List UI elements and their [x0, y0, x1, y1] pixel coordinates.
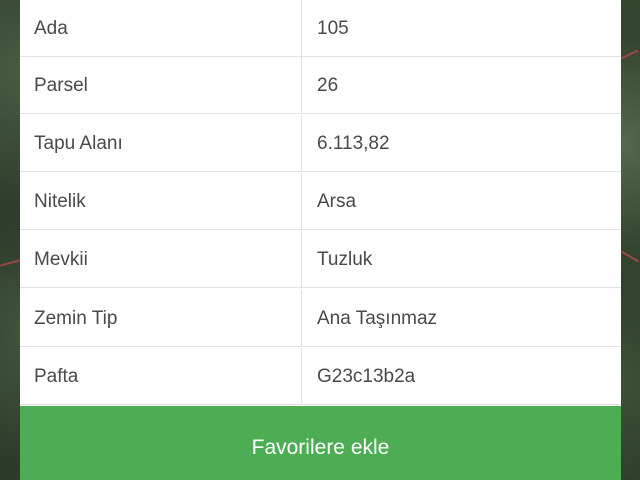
column-divider — [301, 0, 302, 56]
row-value: 26 — [317, 75, 339, 96]
row-label: Tapu Alanı — [34, 133, 123, 154]
add-to-favorites-button[interactable]: Favorilere ekle — [20, 406, 621, 480]
info-row-nitelik: Nitelik Arsa — [20, 173, 621, 230]
column-divider — [301, 348, 302, 404]
row-value: Ana Taşınmaz — [317, 308, 438, 329]
parcel-boundary-line — [618, 249, 640, 263]
column-divider — [301, 57, 302, 113]
parcel-boundary-line — [0, 259, 20, 267]
row-value: G23c13b2a — [317, 366, 416, 387]
info-row-zemin-tip: Zemin Tip Ana Taşınmaz — [20, 290, 621, 347]
column-divider — [301, 231, 302, 287]
row-label: Nitelik — [34, 191, 86, 212]
row-label: Parsel — [34, 75, 88, 96]
row-label: Zemin Tip — [34, 308, 118, 329]
row-value: Arsa — [317, 191, 357, 212]
info-row-ada: Ada 105 — [20, 0, 621, 57]
row-label: Mevkii — [34, 249, 88, 270]
row-value: Tuzluk — [317, 249, 373, 270]
parcel-info-panel: Ada 105 Parsel 26 Tapu Alanı 6.113,82 Ni… — [20, 0, 621, 480]
info-row-pafta: Pafta G23c13b2a — [20, 348, 621, 405]
info-row-tapu-alani: Tapu Alanı 6.113,82 — [20, 115, 621, 172]
info-row-mevkii: Mevkii Tuzluk — [20, 231, 621, 288]
column-divider — [301, 115, 302, 171]
row-value: 105 — [317, 18, 349, 39]
column-divider — [301, 173, 302, 229]
row-value: 6.113,82 — [317, 133, 390, 154]
info-row-parsel: Parsel 26 — [20, 57, 621, 114]
column-divider — [301, 290, 302, 346]
row-label: Pafta — [34, 366, 79, 387]
row-label: Ada — [34, 18, 68, 39]
